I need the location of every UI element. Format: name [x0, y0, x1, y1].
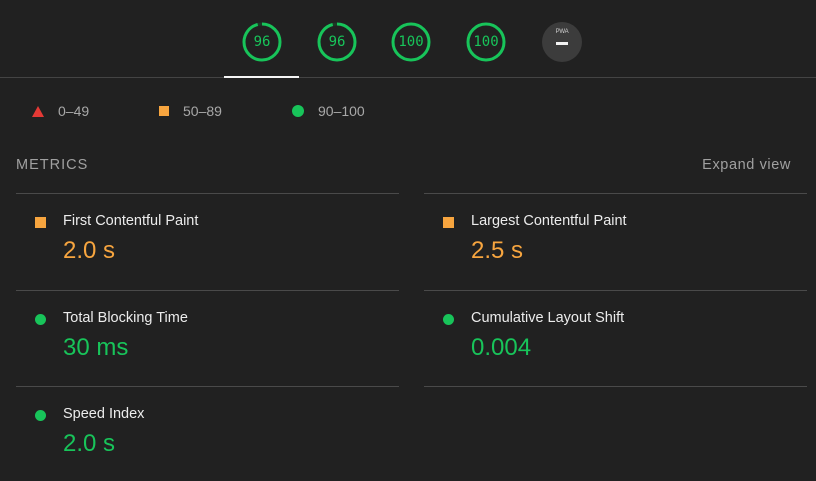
metric-label: Speed Index	[63, 406, 145, 422]
score-gauge-accessibility[interactable]: 96	[317, 22, 357, 62]
score-value: 100	[398, 34, 424, 50]
divider	[424, 386, 807, 387]
score-value: 96	[253, 34, 271, 50]
circle-icon	[443, 314, 454, 325]
metric-value: 0.004	[471, 334, 532, 361]
legend-item-pass: 90–100	[292, 100, 365, 122]
circle-icon	[292, 105, 304, 117]
score-legend: 0–49 50–89 90–100	[0, 100, 816, 122]
metric-label: Total Blocking Time	[63, 310, 188, 326]
legend-item-average: 50–89	[159, 100, 222, 122]
active-tab-indicator	[224, 76, 299, 78]
legend-label: 0–49	[58, 103, 90, 119]
pwa-badge[interactable]: PWA	[542, 22, 582, 62]
score-gauge-seo[interactable]: 100	[466, 22, 506, 62]
metric-value: 2.5 s	[471, 237, 524, 264]
legend-item-fail: 0–49	[32, 100, 89, 122]
metric-value: 30 ms	[63, 334, 129, 361]
score-value: 100	[473, 34, 499, 50]
pwa-label: PWA	[555, 29, 569, 35]
metric-speed-index: Speed Index 2.0 s	[16, 386, 399, 481]
score-tabs-bar: 96 96 100 100 PWA	[0, 0, 816, 78]
metric-label: First Contentful Paint	[63, 213, 199, 229]
legend-label: 50–89	[183, 103, 222, 119]
circle-icon	[35, 410, 46, 421]
triangle-icon	[32, 105, 44, 117]
metric-total-blocking-time: Total Blocking Time 30 ms	[16, 290, 399, 387]
square-icon	[159, 106, 169, 116]
metrics-heading: METRICS	[16, 157, 89, 173]
circle-icon	[35, 314, 46, 325]
metric-largest-contentful-paint: Largest Contentful Paint 2.5 s	[424, 193, 807, 290]
metric-label: Largest Contentful Paint	[471, 213, 627, 229]
expand-view-toggle[interactable]: Expand view	[702, 157, 791, 173]
score-gauge-best-practices[interactable]: 100	[391, 22, 431, 62]
square-icon	[35, 217, 46, 228]
square-icon	[443, 217, 454, 228]
metric-label: Cumulative Layout Shift	[471, 310, 625, 326]
score-gauge-performance[interactable]: 96	[242, 22, 282, 62]
metric-value: 2.0 s	[63, 430, 116, 457]
metric-value: 2.0 s	[63, 237, 116, 264]
pwa-dash-icon	[556, 42, 568, 45]
legend-label: 90–100	[318, 103, 365, 119]
metric-first-contentful-paint: First Contentful Paint 2.0 s	[16, 193, 399, 290]
metric-cumulative-layout-shift: Cumulative Layout Shift 0.004	[424, 290, 807, 387]
score-value: 96	[328, 34, 346, 50]
